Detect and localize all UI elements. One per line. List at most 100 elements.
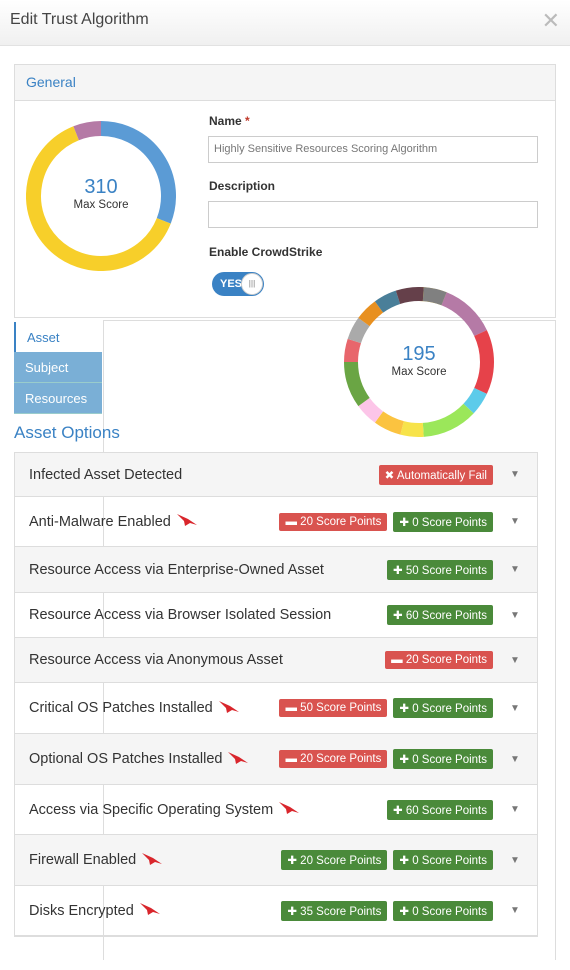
- crowdstrike-falcon-icon: [278, 801, 300, 818]
- score-badge: ✚ 0 Score Points: [393, 698, 493, 718]
- chevron-down-icon[interactable]: ▼: [493, 655, 537, 666]
- chevron-down-icon[interactable]: ▼: [493, 469, 537, 480]
- chevron-down-icon[interactable]: ▼: [493, 855, 537, 866]
- plus-icon: ✚: [392, 610, 403, 622]
- asset-option-row[interactable]: Resource Access via Browser Isolated Ses…: [15, 593, 537, 638]
- max-score-value: 310: [84, 176, 118, 198]
- badge-text: 50 Score Points: [405, 564, 487, 577]
- donut-segment: [358, 397, 384, 423]
- badge-text: Automatically Fail: [396, 469, 487, 482]
- option-name-wrap: Access via Specific Operating System: [29, 801, 381, 818]
- option-name-wrap: Anti-Malware Enabled: [29, 513, 273, 530]
- badge-text: 60 Score Points: [405, 804, 487, 817]
- donut-segment: [347, 317, 370, 344]
- asset-option-row[interactable]: Access via Specific Operating System ✚ 60…: [15, 785, 537, 835]
- option-name-wrap: Disks Encrypted: [29, 902, 275, 919]
- asset-option-row[interactable]: Disks Encrypted ✚ 35 Score Points ✚ 0 Scor…: [15, 886, 537, 936]
- plus-icon: ✚: [392, 804, 403, 817]
- crowdstrike-falcon-icon: [176, 513, 198, 530]
- description-input[interactable]: [208, 201, 538, 228]
- score-badge: ✚ 50 Score Points: [386, 559, 493, 580]
- donut-segment: [441, 292, 487, 337]
- option-name: Resource Access via Enterprise-Owned Ass…: [29, 561, 324, 578]
- close-icon[interactable]: ✕: [542, 8, 560, 34]
- name-input[interactable]: Highly Sensitive Resources Scoring Algor…: [208, 136, 538, 163]
- toggle-knob: |||: [241, 273, 263, 295]
- donut-segment: [400, 421, 424, 437]
- score-badge: ✚ 20 Score Points: [281, 850, 388, 870]
- option-name-wrap: Infected Asset Detected: [29, 467, 373, 483]
- asset-option-row[interactable]: Resource Access via Enterprise-Owned Ass…: [15, 547, 537, 593]
- badge-text: 0 Score Points: [412, 703, 487, 715]
- plus-icon: ✚: [287, 855, 297, 867]
- asset-option-row[interactable]: Resource Access via Anonymous Asset ▬ 20 …: [15, 638, 537, 683]
- plus-icon: ✚: [399, 703, 409, 715]
- option-name: Optional OS Patches Installed: [29, 751, 223, 767]
- general-heading: General: [15, 65, 555, 101]
- chevron-down-icon[interactable]: ▼: [493, 754, 537, 765]
- option-name: Access via Specific Operating System: [29, 801, 274, 818]
- max-score-label: 310 Max Score: [51, 176, 151, 211]
- option-name: Resource Access via Anonymous Asset: [29, 652, 283, 668]
- option-name-wrap: Resource Access via Anonymous Asset: [29, 652, 379, 668]
- crowdstrike-label: Enable CrowdStrike: [209, 245, 323, 259]
- asset-score-value: 195: [402, 343, 436, 365]
- badge-text: 20 Score Points: [300, 753, 382, 765]
- asset-option-row[interactable]: Infected Asset Detected ✖ Automatically F…: [15, 453, 537, 497]
- badge-text: 20 Score Points: [405, 654, 487, 666]
- score-badge: ▬ 20 Score Points: [279, 750, 388, 768]
- chevron-down-icon[interactable]: ▼: [493, 703, 537, 714]
- option-name: Disks Encrypted: [29, 902, 134, 919]
- minus-icon: ▬: [285, 753, 297, 765]
- asset-options-heading: Asset Options: [14, 423, 120, 442]
- asset-option-row[interactable]: Anti-Malware Enabled ▬ 20 Score Points ✚ 0…: [15, 497, 537, 547]
- score-badge: ✚ 60 Score Points: [386, 799, 493, 820]
- donut-segment: [463, 387, 487, 414]
- badge-text: 0 Score Points: [412, 516, 487, 529]
- plus-icon: ✚: [392, 564, 403, 577]
- chevron-down-icon[interactable]: ▼: [493, 610, 537, 621]
- crowdstrike-falcon-icon: [141, 852, 163, 869]
- asset-option-row[interactable]: Critical OS Patches Installed ▬ 50 Score …: [15, 683, 537, 734]
- required-mark: *: [245, 114, 250, 128]
- option-name: Infected Asset Detected: [29, 466, 183, 483]
- badge-text: 0 Score Points: [412, 855, 487, 867]
- plus-icon: ✚: [399, 905, 409, 918]
- minus-icon: ▬: [285, 702, 297, 714]
- option-name: Anti-Malware Enabled: [29, 513, 171, 530]
- chevron-down-icon[interactable]: ▼: [493, 905, 537, 916]
- minus-icon: ▬: [391, 654, 403, 666]
- badge-text: 0 Score Points: [412, 754, 487, 766]
- option-name-wrap: Optional OS Patches Installed: [29, 751, 273, 768]
- chevron-down-icon[interactable]: ▼: [493, 804, 537, 815]
- asset-option-row[interactable]: Optional OS Patches Installed ▬ 20 Score …: [15, 734, 537, 785]
- score-badge: ▬ 50 Score Points: [279, 699, 388, 717]
- score-badge: ✚ 60 Score Points: [386, 605, 493, 625]
- tab-resources[interactable]: Resources: [14, 383, 102, 414]
- score-badge: ✚ 0 Score Points: [393, 900, 493, 921]
- option-name-wrap: Resource Access via Browser Isolated Ses…: [29, 607, 381, 623]
- badge-text: 20 Score Points: [300, 855, 382, 867]
- donut-segment: [474, 330, 494, 394]
- asset-option-row[interactable]: Firewall Enabled ✚ 20 Score Points ✚ 0 Sco…: [15, 835, 537, 886]
- score-badge: ✖ Automatically Fail: [378, 464, 493, 485]
- badge-text: 35 Score Points: [300, 905, 382, 918]
- crowdstrike-toggle[interactable]: YES |||: [212, 272, 264, 296]
- score-badge: ✚ 35 Score Points: [281, 900, 388, 921]
- chevron-down-icon[interactable]: ▼: [493, 564, 537, 575]
- name-label: Name *: [209, 114, 250, 128]
- dialog-header: Edit Trust Algorithm ✕: [0, 0, 570, 46]
- chevron-down-icon[interactable]: ▼: [493, 516, 537, 527]
- badge-text: 20 Score Points: [300, 515, 382, 528]
- option-name-wrap: Resource Access via Enterprise-Owned Ass…: [29, 562, 381, 578]
- tab-subject[interactable]: Subject: [14, 352, 102, 383]
- tab-asset[interactable]: Asset: [14, 322, 102, 353]
- max-score-caption: Max Score: [73, 199, 129, 211]
- score-badge: ✚ 0 Score Points: [393, 749, 493, 769]
- score-badge: ✚ 0 Score Points: [393, 850, 493, 870]
- donut-segment: [374, 411, 405, 435]
- donut-segment: [344, 338, 362, 363]
- plus-icon: ✚: [287, 905, 297, 918]
- plus-icon: ✚: [399, 855, 409, 867]
- donut-segment: [422, 403, 474, 437]
